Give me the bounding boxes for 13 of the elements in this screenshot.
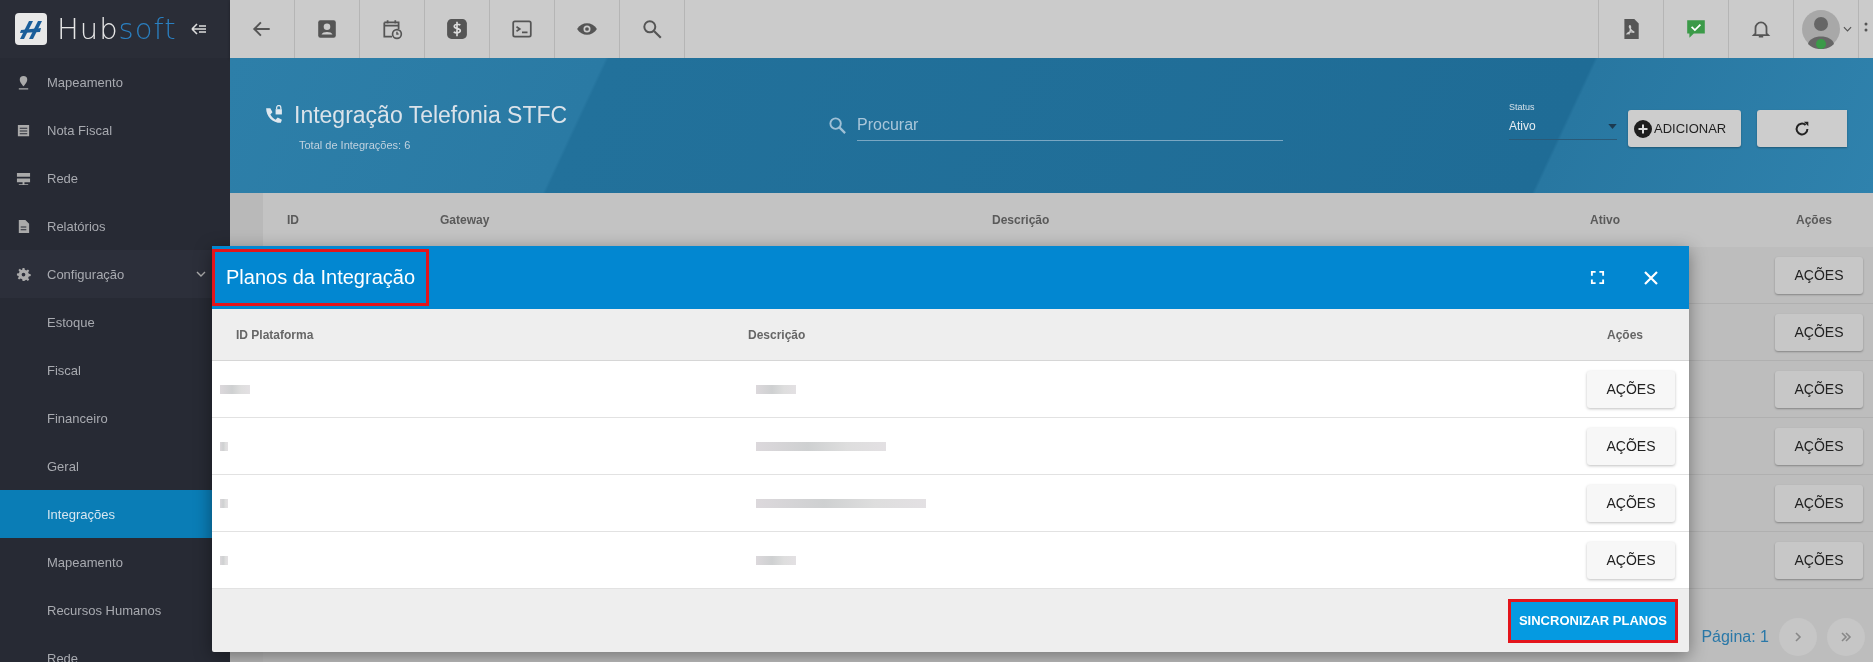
column-header: Ações <box>1795 213 1832 227</box>
column-header: ID Plataforma <box>236 327 314 342</box>
page-indicator: Página: 1 <box>1701 628 1769 646</box>
page-subtitle: Total de Integrações: 6 <box>299 139 412 151</box>
page-title: Integração Telefonia STFC <box>294 102 568 129</box>
column-header: Ativo <box>1590 213 1620 227</box>
column-header: ID <box>287 213 299 227</box>
logo-text: Hubsoft <box>57 12 177 46</box>
column-header: Descrição <box>748 327 806 342</box>
status-label: Status <box>1509 102 1536 112</box>
column-header: Descrição <box>992 213 1050 227</box>
column-header: Ações <box>1606 327 1643 342</box>
column-header: Gateway <box>440 213 490 227</box>
